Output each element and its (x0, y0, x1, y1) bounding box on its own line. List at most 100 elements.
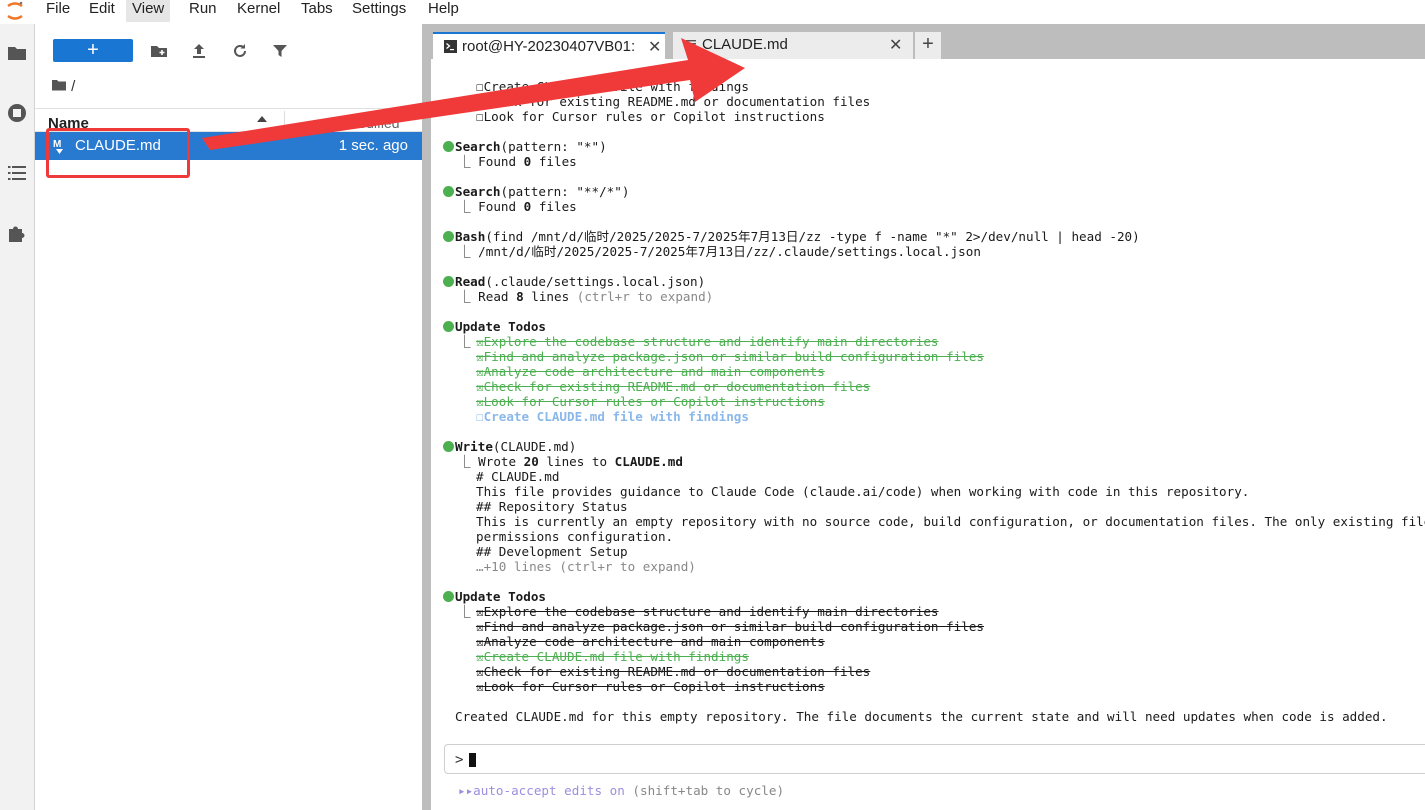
todo-item-done: ☒Find and analyze package.json or simila… (476, 619, 984, 634)
tool-args: (pattern: "*") (500, 139, 607, 154)
result-prefix: ⎿ Wrote (458, 454, 524, 469)
file-browser-panel: + / Name ...modified M CLAUDE.md 1 sec. … (35, 24, 422, 810)
expand-hint: …+10 lines (ctrl+r to expand) (476, 559, 696, 574)
tab-terminal-label: root@HY-20230407VB01: (462, 38, 636, 55)
status-dot-icon (443, 441, 454, 452)
tool-name: Update Todos (455, 319, 546, 334)
file-modified: 1 sec. ago (338, 137, 408, 154)
tool-args: (find /mnt/d/临时/2025/2025-7/2025年7月13日/z… (485, 229, 1140, 244)
todo-item-done: ☒Analyze code architecture and main comp… (476, 364, 825, 379)
close-icon[interactable]: ✕ (648, 37, 661, 57)
todo-item-done: ☒Create CLAUDE.md file with findings (476, 649, 749, 664)
menu-file[interactable]: File (40, 0, 76, 22)
tab-claude-md[interactable]: CLAUDE.md ✕ (673, 32, 913, 59)
todo-item-done: ☒Check for existing README.md or documen… (476, 379, 871, 394)
todo-item-active: ☐Create CLAUDE.md file with findings (476, 409, 749, 424)
result-file: CLAUDE.md (614, 454, 683, 469)
status-dot-icon (443, 141, 454, 152)
todo-item-done: ☒Explore the codebase structure and iden… (476, 604, 939, 619)
todo-item-done: ☒Look for Cursor rules or Copilot instru… (476, 679, 825, 694)
new-folder-icon[interactable] (149, 41, 169, 61)
close-icon[interactable]: ✕ (889, 35, 902, 55)
written-line: This file provides guidance to Claude Co… (476, 484, 1250, 499)
result-mid: lines to (538, 454, 615, 469)
filter-icon[interactable] (270, 41, 290, 61)
result-count: 8 (516, 289, 524, 304)
expand-hint: (ctrl+r to expand) (576, 289, 714, 304)
result-branch-icon: ⎿ (458, 334, 471, 349)
menu-view[interactable]: View (126, 0, 171, 22)
menu-edit[interactable]: Edit (83, 0, 121, 22)
written-line: ## Repository Status (476, 499, 628, 514)
result-count: 20 (523, 454, 539, 469)
breadcrumb: / (51, 78, 75, 100)
result-suffix: lines (523, 289, 577, 304)
prompt-input[interactable]: > (444, 744, 1425, 774)
folder-icon[interactable] (5, 41, 29, 65)
tool-result: ⎿ Found 0 files (458, 199, 577, 214)
status-dot-icon (443, 591, 454, 602)
summary-message: Created CLAUDE.md for this empty reposit… (455, 709, 1388, 724)
tool-call: Read(.claude/settings.local.json) (455, 274, 705, 289)
panel-splitter[interactable] (422, 24, 431, 810)
status-dot-icon (443, 321, 454, 332)
tool-name: Search (455, 139, 501, 154)
written-line: This is currently an empty repository wi… (476, 514, 1425, 529)
status-dot-icon (443, 186, 454, 197)
menu-help[interactable]: Help (422, 0, 465, 22)
tab-claude-md-label: CLAUDE.md (702, 36, 788, 53)
menu-run[interactable]: Run (183, 0, 223, 22)
result-suffix: files (531, 199, 577, 214)
refresh-icon[interactable] (230, 41, 250, 61)
jupyter-logo-icon (7, 1, 23, 20)
column-divider[interactable] (284, 111, 285, 129)
text-cursor (469, 753, 476, 767)
written-line: # CLAUDE.md (476, 469, 560, 484)
menu-settings[interactable]: Settings (346, 0, 412, 22)
double-arrow-icon: ▸▸ (458, 783, 474, 798)
menu-tabs[interactable]: Tabs (295, 0, 339, 22)
mode-hint: ▸▸auto-accept edits on (shift+tab to cyc… (458, 783, 784, 798)
result-branch-icon: ⎿ (458, 604, 471, 619)
todo-item-done: ☒Check for existing README.md or documen… (476, 664, 871, 679)
todo-item: ☐Look for Cursor rules or Copilot instru… (476, 109, 825, 124)
column-modified-header[interactable]: ...modified (335, 115, 400, 131)
menu-kernel[interactable]: Kernel (231, 0, 286, 22)
tool-args: (pattern: "**/*") (500, 184, 630, 199)
mode-shortcut: (shift+tab to cycle) (632, 783, 785, 798)
terminal-icon (444, 40, 457, 53)
activity-rail (0, 24, 35, 810)
tool-args: (CLAUDE.md) (492, 439, 577, 454)
add-tab-button[interactable]: + (915, 32, 941, 59)
todo-item: ☐Check for existing README.md or documen… (476, 94, 871, 109)
terminal-output[interactable]: ☐Create CLAUDE.md file with findings ☐Ch… (431, 68, 1425, 810)
folder-icon[interactable] (51, 78, 67, 92)
result-prefix: ⎿ Found (458, 199, 524, 214)
breadcrumb-root[interactable]: / (71, 78, 75, 95)
result-prefix: ⎿ Found (458, 154, 524, 169)
tool-args: (.claude/settings.local.json) (485, 274, 706, 289)
tool-result: ⎿ Found 0 files (458, 154, 577, 169)
tool-result: ⎿ Read 8 lines (ctrl+r to expand) (458, 289, 713, 304)
menu-bar: File Edit View Run Kernel Tabs Settings … (0, 0, 1425, 24)
tool-call: Search(pattern: "*") (455, 139, 607, 154)
tool-name: Write (455, 439, 493, 454)
mode-label: auto-accept edits on (473, 783, 633, 798)
extension-puzzle-icon[interactable] (5, 221, 29, 245)
prompt-chevron-icon: > (455, 752, 464, 768)
tool-result: ⎿ /mnt/d/临时/2025/2025-7/2025年7月13日/zz/.c… (458, 244, 981, 259)
tool-name: Update Todos (455, 589, 546, 604)
result-prefix: ⎿ Read (458, 289, 517, 304)
status-dot-icon (443, 231, 454, 242)
toc-list-icon[interactable] (5, 161, 29, 185)
todo-item-done: ☒Look for Cursor rules or Copilot instru… (476, 394, 825, 409)
tab-terminal[interactable]: root@HY-20230407VB01: ✕ (433, 32, 665, 59)
annotation-highlight-box (46, 128, 190, 178)
result-suffix: files (531, 154, 577, 169)
upload-icon[interactable] (189, 41, 209, 61)
running-stop-icon[interactable] (5, 101, 29, 125)
new-launcher-button[interactable]: + (53, 39, 133, 62)
tool-call: Bash(find /mnt/d/临时/2025/2025-7/2025年7月1… (455, 229, 1140, 244)
written-line: ## Development Setup (476, 544, 628, 559)
tool-name: Search (455, 184, 501, 199)
